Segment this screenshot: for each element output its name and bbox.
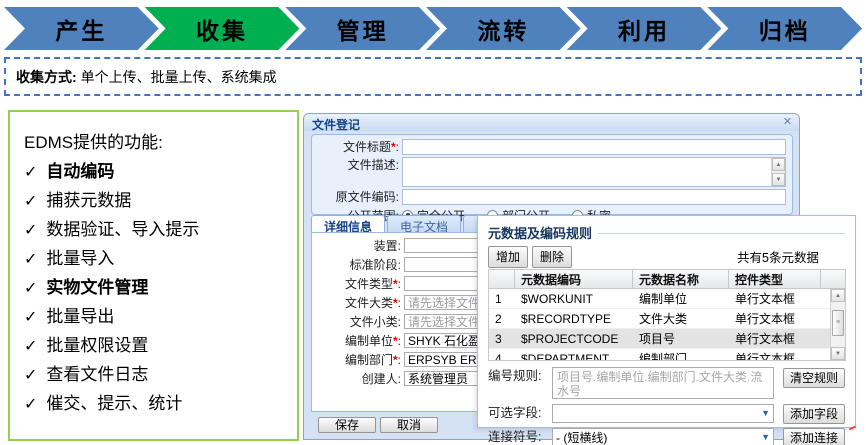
close-icon[interactable]: ✕ — [781, 116, 794, 129]
file-type-label: 文件类型*: — [312, 275, 404, 292]
list-item: ✓批量导入 — [24, 245, 291, 274]
tab-detail-info[interactable]: 详细信息 — [311, 215, 385, 233]
chevron-down-icon[interactable]: ▼ — [761, 408, 770, 418]
check-icon: ✓ — [24, 396, 37, 413]
table-row[interactable]: 2 $RECORDTYPE 文件大类 单行文本框 — [489, 309, 845, 329]
dialog-titlebar[interactable]: 文件登记 ✕ — [304, 114, 799, 131]
check-icon: ✓ — [24, 309, 37, 326]
cancel-button[interactable]: 取消 — [380, 417, 438, 433]
list-item: ✓批量导出 — [24, 303, 291, 332]
orig-code-input[interactable] — [402, 189, 786, 205]
col-name: 元数据名称 — [633, 270, 729, 288]
textarea-scrollbar[interactable]: ▲ ▼ — [771, 158, 785, 186]
table-row-selected[interactable]: 3 $PROJECTCODE 项目号 单行文本框 — [489, 329, 845, 349]
file-title-label: 文件标题*: — [312, 139, 402, 155]
col-code: 元数据编码 — [515, 270, 633, 288]
table-header: 元数据编码 元数据名称 控件类型 — [489, 270, 845, 289]
table-row[interactable]: 1 $WORKUNIT 编制单位 单行文本框 — [489, 289, 845, 309]
tab-electronic-doc[interactable]: 电子文档 — [387, 215, 461, 233]
scrollbar-thumb[interactable]: ≡ — [832, 310, 844, 336]
slide-canvas: 产生 收集 管理 流转 利用 归档 收集方式: 单个上传、批量上传、系统集成 E… — [0, 0, 866, 445]
metadata-count: 共有5条元数据 — [737, 247, 845, 266]
metadata-rules-panel: 元数据及编码规则 增加 删除 共有5条元数据 元数据编码 元数据名称 控件类型 … — [477, 215, 856, 428]
check-icon: ✓ — [24, 193, 37, 210]
list-item: ✓催交、提示、统计 — [24, 390, 291, 419]
flow-step-archive: 归档 — [707, 7, 862, 50]
dialog-top-form: 文件标题*: 文件描述: ▲ ▼ 原文件编码: 公开范围: 完全公开 部 — [311, 134, 793, 215]
add-field-button[interactable]: 添加字段 — [783, 404, 845, 424]
orig-code-label: 原文件编码: — [312, 189, 402, 205]
standard-stage-label: 标准阶段: — [312, 256, 404, 273]
add-connector-button[interactable]: 添加连接 — [783, 428, 845, 445]
connector-label: 连接符号: — [488, 428, 552, 445]
optional-field-select[interactable]: ▼ — [552, 404, 774, 423]
banner-text: 单个上传、批量上传、系统集成 — [81, 67, 277, 87]
metadata-panel-title: 元数据及编码规则 — [488, 223, 592, 242]
check-icon: ✓ — [24, 367, 37, 384]
creator-label: 创建人: — [312, 370, 404, 387]
flow-step-circulate: 流转 — [426, 7, 581, 50]
file-desc-label: 文件描述: — [312, 157, 402, 173]
check-icon: ✓ — [24, 280, 37, 297]
process-flow: 产生 收集 管理 流转 利用 归档 — [4, 7, 862, 50]
list-item: ✓批量权限设置 — [24, 332, 291, 361]
list-item: ✓数据验证、导入提示 — [24, 216, 291, 245]
scroll-up-icon[interactable]: ▲ — [772, 158, 785, 171]
list-item: ✓查看文件日志 — [24, 361, 291, 390]
dialog-title: 文件登记 — [312, 118, 360, 132]
metadata-table: 元数据编码 元数据名称 控件类型 1 $WORKUNIT 编制单位 单行文本框 … — [488, 269, 846, 361]
scroll-down-icon[interactable]: ▼ — [772, 173, 785, 186]
features-title: EDMS提供的功能: — [24, 128, 291, 153]
flow-step-manage: 管理 — [285, 7, 440, 50]
list-item: ✓自动编码 — [24, 158, 291, 187]
check-icon: ✓ — [24, 338, 37, 355]
connector-select[interactable]: - (短横线) ▼ — [552, 428, 774, 445]
edms-features-panel: EDMS提供的功能: ✓自动编码 ✓捕获元数据 ✓数据验证、导入提示 ✓批量导入… — [8, 110, 299, 441]
add-button[interactable]: 增加 — [488, 246, 528, 268]
flow-step-collect: 收集 — [145, 7, 300, 50]
file-major-label: 文件大类*: — [312, 294, 404, 311]
file-desc-textarea[interactable]: ▲ ▼ — [402, 157, 786, 187]
scroll-up-icon[interactable]: ▲ — [831, 289, 845, 302]
list-item: ✓捕获元数据 — [24, 187, 291, 216]
clear-rule-button[interactable]: 清空规则 — [783, 368, 845, 388]
save-button[interactable]: 保存 — [318, 417, 376, 433]
numbering-rule-label: 编号规则: — [488, 367, 552, 386]
banner-label: 收集方式: — [16, 67, 77, 87]
optional-field-label: 可选字段: — [488, 404, 552, 423]
file-title-input[interactable] — [402, 139, 786, 155]
col-control: 控件类型 — [729, 270, 821, 288]
features-list: ✓自动编码 ✓捕获元数据 ✓数据验证、导入提示 ✓批量导入 ✓实物文件管理 ✓批… — [24, 158, 291, 419]
flow-step-utilize: 利用 — [567, 7, 722, 50]
collection-method-banner: 收集方式: 单个上传、批量上传、系统集成 — [4, 57, 862, 96]
department-label: 编制部门*: — [312, 351, 404, 368]
numbering-rule-textarea[interactable]: 项目号.编制单位.编制部门.文件大类.流水号 — [552, 367, 774, 399]
divider — [598, 233, 845, 234]
scroll-down-icon[interactable]: ▼ — [831, 347, 845, 360]
delete-button[interactable]: 删除 — [532, 246, 572, 268]
file-minor-label: 文件小类: — [312, 313, 404, 330]
table-scrollbar[interactable]: ▲ ≡ ▼ — [830, 289, 845, 360]
check-icon: ✓ — [24, 222, 37, 239]
check-icon: ✓ — [24, 251, 37, 268]
flow-step-produce: 产生 — [4, 7, 159, 50]
work-unit-label: 编制单位*: — [312, 332, 404, 349]
check-icon: ✓ — [24, 164, 37, 181]
table-row[interactable]: 4 $DEPARTMENT 编制部门 单行文本框 — [489, 349, 845, 361]
list-item: ✓实物文件管理 — [24, 274, 291, 303]
device-label: 装置: — [312, 237, 404, 254]
chevron-down-icon[interactable]: ▼ — [761, 432, 770, 442]
